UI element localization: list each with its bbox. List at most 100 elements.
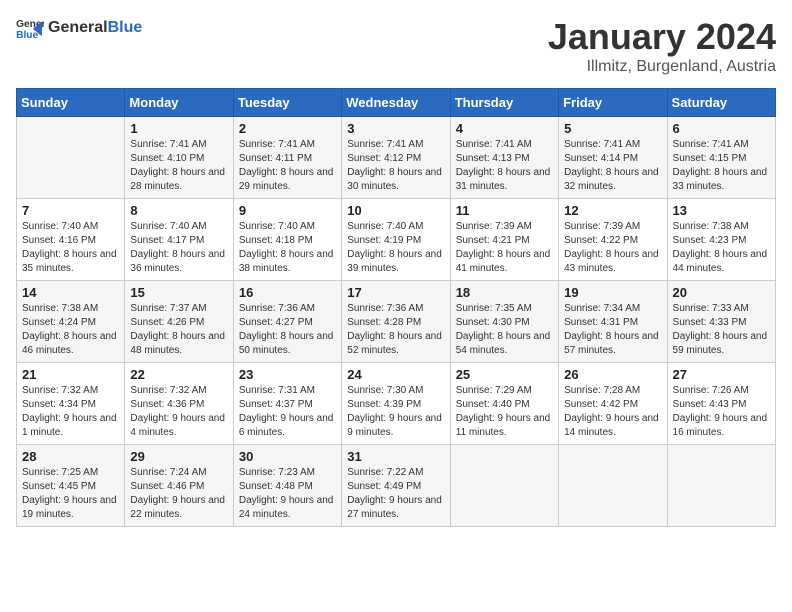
calendar-cell: 12Sunrise: 7:39 AMSunset: 4:22 PMDayligh… [559, 199, 667, 281]
cell-content: Sunrise: 7:36 AMSunset: 4:28 PMDaylight:… [347, 302, 444, 358]
sunset-text: Sunset: 4:49 PM [347, 480, 444, 494]
day-number: 6 [673, 121, 770, 136]
sunset-text: Sunset: 4:27 PM [239, 316, 336, 330]
calendar-cell: 16Sunrise: 7:36 AMSunset: 4:27 PMDayligh… [233, 281, 341, 363]
calendar-cell: 29Sunrise: 7:24 AMSunset: 4:46 PMDayligh… [125, 445, 233, 527]
weekday-header-wednesday: Wednesday [342, 89, 450, 117]
day-number: 20 [673, 285, 770, 300]
daylight-text: Daylight: 9 hours and 11 minutes. [456, 412, 553, 440]
weekday-header-monday: Monday [125, 89, 233, 117]
weekday-header-thursday: Thursday [450, 89, 558, 117]
daylight-text: Daylight: 8 hours and 54 minutes. [456, 330, 553, 358]
day-number: 17 [347, 285, 444, 300]
day-number: 11 [456, 203, 553, 218]
sunrise-text: Sunrise: 7:28 AM [564, 384, 661, 398]
sunset-text: Sunset: 4:46 PM [130, 480, 227, 494]
weekday-header-saturday: Saturday [667, 89, 775, 117]
daylight-text: Daylight: 9 hours and 19 minutes. [22, 494, 119, 522]
calendar-cell: 31Sunrise: 7:22 AMSunset: 4:49 PMDayligh… [342, 445, 450, 527]
calendar-cell: 22Sunrise: 7:32 AMSunset: 4:36 PMDayligh… [125, 363, 233, 445]
weekday-header-friday: Friday [559, 89, 667, 117]
cell-content: Sunrise: 7:36 AMSunset: 4:27 PMDaylight:… [239, 302, 336, 358]
cell-content: Sunrise: 7:24 AMSunset: 4:46 PMDaylight:… [130, 466, 227, 522]
sunrise-text: Sunrise: 7:41 AM [347, 138, 444, 152]
calendar-cell [450, 445, 558, 527]
cell-content: Sunrise: 7:26 AMSunset: 4:43 PMDaylight:… [673, 384, 770, 440]
sunset-text: Sunset: 4:19 PM [347, 234, 444, 248]
month-title: January 2024 [548, 16, 776, 58]
sunrise-text: Sunrise: 7:40 AM [347, 220, 444, 234]
cell-content: Sunrise: 7:32 AMSunset: 4:36 PMDaylight:… [130, 384, 227, 440]
sunrise-text: Sunrise: 7:41 AM [239, 138, 336, 152]
day-number: 26 [564, 367, 661, 382]
sunset-text: Sunset: 4:39 PM [347, 398, 444, 412]
day-number: 13 [673, 203, 770, 218]
sunrise-text: Sunrise: 7:34 AM [564, 302, 661, 316]
calendar-cell: 27Sunrise: 7:26 AMSunset: 4:43 PMDayligh… [667, 363, 775, 445]
day-number: 2 [239, 121, 336, 136]
day-number: 1 [130, 121, 227, 136]
sunrise-text: Sunrise: 7:39 AM [564, 220, 661, 234]
daylight-text: Daylight: 9 hours and 14 minutes. [564, 412, 661, 440]
svg-text:Blue: Blue [16, 30, 38, 40]
daylight-text: Daylight: 8 hours and 39 minutes. [347, 248, 444, 276]
logo: General Blue GeneralBlue [16, 16, 142, 40]
cell-content: Sunrise: 7:40 AMSunset: 4:17 PMDaylight:… [130, 220, 227, 276]
calendar-cell: 28 Sunrise: 7:25 AMSunset: 4:45 PMDayligh… [17, 445, 125, 527]
cell-content: Sunrise: 7:41 AMSunset: 4:12 PMDaylight:… [347, 138, 444, 194]
sunrise-text: Sunrise: 7:31 AM [239, 384, 336, 398]
daylight-text: Daylight: 8 hours and 41 minutes. [456, 248, 553, 276]
sunset-text: Sunset: 4:23 PM [673, 234, 770, 248]
day-number: 9 [239, 203, 336, 218]
sunset-text: Sunset: 4:40 PM [456, 398, 553, 412]
daylight-text: Daylight: 8 hours and 43 minutes. [564, 248, 661, 276]
cell-content: Sunrise: 7:31 AMSunset: 4:37 PMDaylight:… [239, 384, 336, 440]
calendar-cell: 4Sunrise: 7:41 AMSunset: 4:13 PMDaylight… [450, 117, 558, 199]
sunrise-text: Sunrise: 7:22 AM [347, 466, 444, 480]
calendar-cell: 9 Sunrise: 7:40 AMSunset: 4:18 PMDaylight… [233, 199, 341, 281]
sunrise-text: Sunrise: 7:35 AM [456, 302, 553, 316]
calendar-table: SundayMondayTuesdayWednesdayThursdayFrid… [16, 88, 776, 527]
sunrise-text: Sunrise: 7:41 AM [456, 138, 553, 152]
sunset-text: Sunset: 4:11 PM [239, 152, 336, 166]
cell-content: Sunrise: 7:30 AMSunset: 4:39 PMDaylight:… [347, 384, 444, 440]
calendar-week-row: 21Sunrise: 7:32 AMSunset: 4:34 PMDayligh… [17, 363, 776, 445]
sunrise-text: Sunrise: 7:40 AM [239, 220, 336, 234]
sunset-text: Sunset: 4:45 PM [22, 480, 119, 494]
logo-icon: General Blue [16, 16, 44, 40]
calendar-cell: 3Sunrise: 7:41 AMSunset: 4:12 PMDaylight… [342, 117, 450, 199]
daylight-text: Daylight: 9 hours and 6 minutes. [239, 412, 336, 440]
day-number: 10 [347, 203, 444, 218]
cell-content: Sunrise: 7:25 AMSunset: 4:45 PMDaylight:… [22, 466, 119, 522]
sunset-text: Sunset: 4:17 PM [130, 234, 227, 248]
daylight-text: Daylight: 8 hours and 31 minutes. [456, 166, 553, 194]
sunset-text: Sunset: 4:16 PM [22, 234, 119, 248]
cell-content: Sunrise: 7:41 AMSunset: 4:14 PMDaylight:… [564, 138, 661, 194]
header-section: General Blue GeneralBlue January 2024 Il… [16, 16, 776, 76]
cell-content: Sunrise: 7:41 AMSunset: 4:11 PMDaylight:… [239, 138, 336, 194]
sunset-text: Sunset: 4:24 PM [22, 316, 119, 330]
sunset-text: Sunset: 4:30 PM [456, 316, 553, 330]
day-number: 28 [22, 449, 119, 464]
calendar-week-row: 14Sunrise: 7:38 AMSunset: 4:24 PMDayligh… [17, 281, 776, 363]
daylight-text: Daylight: 8 hours and 59 minutes. [673, 330, 770, 358]
day-number: 23 [239, 367, 336, 382]
cell-content: Sunrise: 7:29 AMSunset: 4:40 PMDaylight:… [456, 384, 553, 440]
day-number: 8 [130, 203, 227, 218]
cell-content: Sunrise: 7:39 AMSunset: 4:22 PMDaylight:… [564, 220, 661, 276]
cell-content: Sunrise: 7:33 AMSunset: 4:33 PMDaylight:… [673, 302, 770, 358]
day-number: 18 [456, 285, 553, 300]
day-number: 24 [347, 367, 444, 382]
cell-content: Sunrise: 7:41 AMSunset: 4:13 PMDaylight:… [456, 138, 553, 194]
sunrise-text: Sunrise: 7:40 AM [22, 220, 119, 234]
sunset-text: Sunset: 4:14 PM [564, 152, 661, 166]
sunrise-text: Sunrise: 7:41 AM [564, 138, 661, 152]
cell-content: Sunrise: 7:40 AMSunset: 4:19 PMDaylight:… [347, 220, 444, 276]
cell-content: Sunrise: 7:28 AMSunset: 4:42 PMDaylight:… [564, 384, 661, 440]
daylight-text: Daylight: 9 hours and 16 minutes. [673, 412, 770, 440]
sunrise-text: Sunrise: 7:38 AM [673, 220, 770, 234]
cell-content: Sunrise: 7:40 AMSunset: 4:18 PMDaylight:… [239, 220, 336, 276]
calendar-week-row: 7Sunrise: 7:40 AMSunset: 4:16 PMDaylight… [17, 199, 776, 281]
calendar-cell: 23 Sunrise: 7:31 AMSunset: 4:37 PMDayligh… [233, 363, 341, 445]
calendar-cell: 30Sunrise: 7:23 AMSunset: 4:48 PMDayligh… [233, 445, 341, 527]
